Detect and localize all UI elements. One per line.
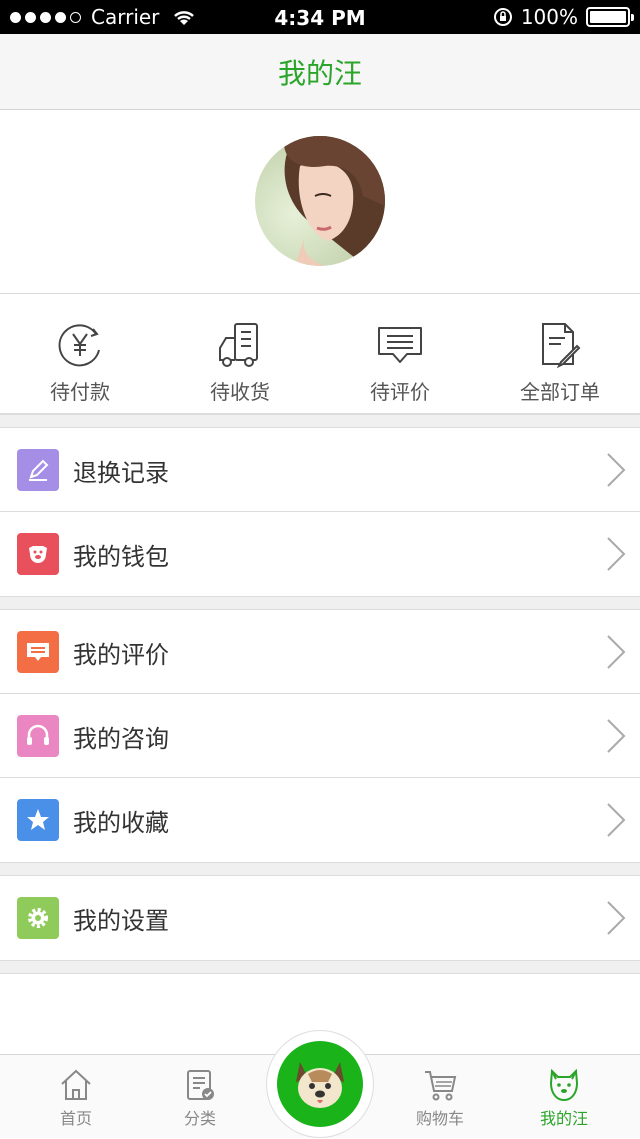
signal-strength-icon bbox=[10, 11, 81, 23]
order-status-row: 待付款 待收货 待评价 全部订单 bbox=[0, 294, 640, 414]
navigation-bar: 我的汪 bbox=[0, 34, 640, 110]
section-divider bbox=[0, 414, 640, 428]
menu-label: 我的评价 bbox=[73, 640, 169, 669]
tab-label: 首页 bbox=[59, 1109, 92, 1128]
center-action-button[interactable] bbox=[266, 1030, 374, 1138]
order-pending-payment[interactable]: 待付款 bbox=[0, 294, 160, 413]
yuan-icon bbox=[58, 324, 100, 367]
comment-icon bbox=[378, 327, 422, 363]
avatar[interactable] bbox=[255, 136, 385, 266]
order-label: 全部订单 bbox=[520, 380, 600, 404]
menu-item-return-records[interactable]: 退换记录 bbox=[0, 428, 640, 512]
tab-label: 购物车 bbox=[415, 1109, 464, 1128]
menu-label: 退换记录 bbox=[73, 458, 169, 487]
order-label: 待评价 bbox=[370, 380, 430, 404]
chevron-right-icon bbox=[607, 537, 626, 571]
order-label: 待付款 bbox=[50, 380, 110, 404]
home-icon bbox=[61, 1069, 91, 1100]
gear-icon bbox=[17, 897, 59, 939]
chevron-right-icon bbox=[607, 719, 626, 753]
chevron-right-icon bbox=[607, 453, 626, 487]
cart-icon bbox=[425, 1071, 457, 1101]
section-divider bbox=[0, 596, 640, 610]
wifi-icon bbox=[174, 11, 195, 25]
battery-icon bbox=[586, 7, 634, 27]
menu-label: 我的收藏 bbox=[73, 808, 169, 837]
chevron-right-icon bbox=[607, 635, 626, 669]
order-pending-review[interactable]: 待评价 bbox=[320, 294, 480, 413]
order-label: 待收货 bbox=[210, 380, 270, 404]
dog-face-icon bbox=[296, 1062, 344, 1108]
star-icon bbox=[17, 799, 59, 841]
menu-item-wallet[interactable]: 我的钱包 bbox=[0, 512, 640, 596]
order-all[interactable]: 全部订单 bbox=[480, 294, 640, 413]
menu-item-favorites[interactable]: 我的收藏 bbox=[0, 778, 640, 862]
tab-cart[interactable]: 购物车 bbox=[376, 1055, 504, 1139]
menu-item-settings[interactable]: 我的设置 bbox=[0, 876, 640, 960]
chevron-right-icon bbox=[607, 901, 626, 935]
truck-icon bbox=[219, 323, 258, 367]
pencil-icon bbox=[17, 449, 59, 491]
rotation-lock-icon bbox=[493, 8, 512, 26]
tab-home[interactable]: 首页 bbox=[12, 1055, 140, 1139]
tab-categories[interactable]: 分类 bbox=[136, 1055, 264, 1139]
section-divider bbox=[0, 862, 640, 876]
carrier-name: Carrier bbox=[91, 5, 160, 29]
order-pending-delivery[interactable]: 待收货 bbox=[160, 294, 320, 413]
profile-section bbox=[0, 110, 640, 294]
tab-label: 我的汪 bbox=[539, 1109, 588, 1128]
menu-label: 我的咨询 bbox=[73, 724, 169, 753]
page-title: 我的汪 bbox=[277, 56, 362, 90]
tab-label: 分类 bbox=[183, 1109, 216, 1128]
message-icon bbox=[17, 631, 59, 673]
tab-my-wang[interactable]: 我的汪 bbox=[500, 1055, 628, 1139]
menu-label: 我的设置 bbox=[73, 906, 169, 935]
menu-item-my-reviews[interactable]: 我的评价 bbox=[0, 610, 640, 694]
headset-icon bbox=[17, 715, 59, 757]
menu-item-consultations[interactable]: 我的咨询 bbox=[0, 694, 640, 778]
chevron-right-icon bbox=[607, 803, 626, 837]
dog-icon bbox=[549, 1068, 579, 1102]
section-divider bbox=[0, 960, 640, 974]
battery-percent: 100% bbox=[520, 5, 578, 29]
piggy-bank-icon bbox=[17, 533, 59, 575]
status-bar: Carrier 4:34 PM 100% bbox=[0, 0, 640, 34]
clipboard-icon bbox=[187, 1070, 214, 1100]
document-icon bbox=[542, 323, 581, 369]
menu-label: 我的钱包 bbox=[73, 542, 169, 571]
